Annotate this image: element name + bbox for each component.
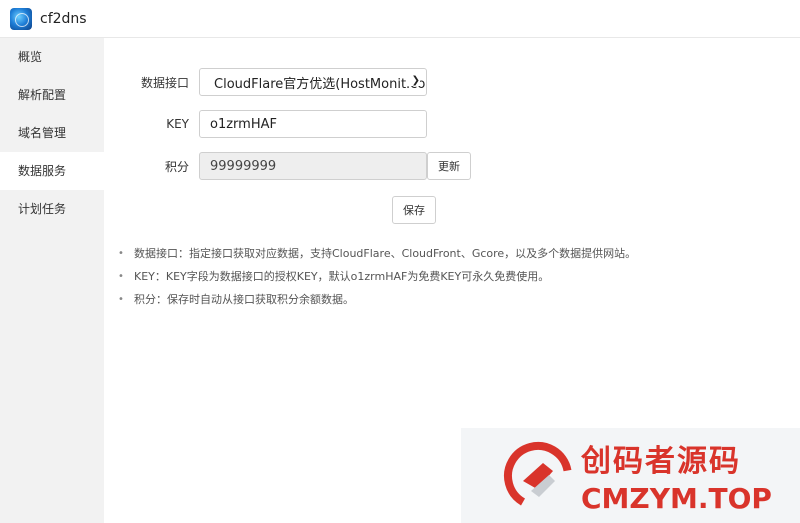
interface-row: 数据接口 CloudFlare官方优选(HostMonit.co ❯ [104,68,427,96]
sidebar-item-data-service[interactable]: 数据服务 [0,152,104,190]
sidebar-item-label: 域名管理 [18,126,67,140]
sidebar-item-dns-config[interactable]: 解析配置 [0,76,104,114]
sidebar-item-domain-management[interactable]: 域名管理 [0,114,104,152]
note-item: KEY：KEY字段为数据接口的授权KEY，默认o1zrmHAF为免费KEY可永久… [118,265,636,288]
watermark-logo-icon [503,441,573,511]
title-bar: cf2dns [0,0,800,38]
sidebar-item-scheduled-tasks[interactable]: 计划任务 [0,190,104,228]
interface-select-value: CloudFlare官方优选(HostMonit.co [214,76,426,92]
sidebar-item-overview[interactable]: 概览 [0,38,104,76]
watermark: 创码者源码 CMZYM.TOP [461,428,800,523]
points-input: 99999999 [199,152,427,180]
sidebar-item-label: 数据服务 [18,164,67,178]
interface-label: 数据接口 [140,75,189,90]
sidebar-item-label: 解析配置 [18,88,67,102]
points-row: 积分 99999999 更新 [104,152,471,180]
save-button[interactable]: 保存 [392,196,436,224]
sidebar: 概览 解析配置 域名管理 数据服务 计划任务 [0,38,104,523]
chevron-down-icon: ❯ [409,75,420,86]
note-item: 积分：保存时自动从接口获取积分余额数据。 [118,288,636,311]
points-label: 积分 [164,159,189,174]
interface-select[interactable]: CloudFlare官方优选(HostMonit.co ❯ [199,68,427,96]
note-item: 数据接口：指定接口获取对应数据，支持CloudFlare、CloudFront、… [118,242,636,265]
refresh-button[interactable]: 更新 [427,152,471,180]
watermark-en: CMZYM.TOP [581,482,772,515]
watermark-text: 创码者源码 CMZYM.TOP [581,436,772,515]
sidebar-item-label: 计划任务 [18,202,67,216]
key-input[interactable]: o1zrmHAF [199,110,427,138]
watermark-cn: 创码者源码 [581,444,741,479]
sidebar-item-label: 概览 [18,50,43,64]
app-title: cf2dns [40,10,87,27]
app-logo-icon [10,7,32,30]
key-row: KEY o1zrmHAF [104,110,427,138]
key-label: KEY [166,117,189,131]
help-notes: 数据接口：指定接口获取对应数据，支持CloudFlare、CloudFront、… [118,242,636,311]
